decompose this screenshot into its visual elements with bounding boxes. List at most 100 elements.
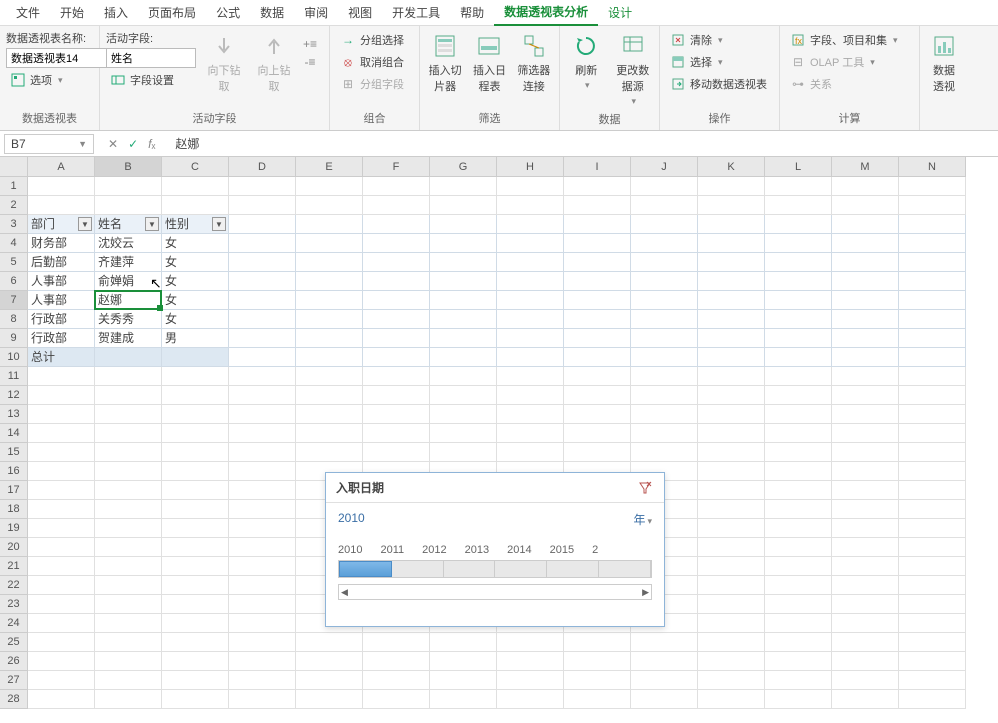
cell[interactable] [899, 500, 966, 519]
cell[interactable] [765, 386, 832, 405]
row-header-17[interactable]: 17 [0, 481, 28, 500]
cell[interactable] [28, 386, 95, 405]
active-field-input[interactable] [106, 48, 196, 68]
cell[interactable] [765, 481, 832, 500]
row-header-21[interactable]: 21 [0, 557, 28, 576]
cell[interactable] [162, 196, 229, 215]
cell[interactable] [564, 272, 631, 291]
fields-items-sets-button[interactable]: fx 字段、项目和集 [786, 30, 902, 50]
cell[interactable] [765, 671, 832, 690]
cell[interactable] [899, 310, 966, 329]
row-header-28[interactable]: 28 [0, 690, 28, 709]
cell[interactable] [95, 500, 162, 519]
cell[interactable] [698, 538, 765, 557]
cell[interactable] [765, 614, 832, 633]
row-header-7[interactable]: 7 [0, 291, 28, 310]
cell[interactable] [95, 443, 162, 462]
cell[interactable] [698, 310, 765, 329]
cell[interactable] [28, 405, 95, 424]
cell[interactable] [162, 557, 229, 576]
cell[interactable] [229, 633, 296, 652]
cell[interactable]: 女 [162, 310, 229, 329]
cell[interactable] [229, 386, 296, 405]
cell[interactable] [296, 405, 363, 424]
cell[interactable] [899, 576, 966, 595]
timeline-slicer[interactable]: 入职日期 2010 年 2010201120122013201420152 ◀ … [325, 472, 665, 627]
cell[interactable] [631, 405, 698, 424]
cell[interactable] [832, 443, 899, 462]
cell[interactable] [899, 234, 966, 253]
cell[interactable] [363, 291, 430, 310]
cell[interactable] [296, 690, 363, 709]
cancel-icon[interactable]: ✕ [108, 137, 118, 151]
menu-data[interactable]: 数据 [250, 0, 294, 25]
cell[interactable] [497, 348, 564, 367]
cell[interactable] [95, 671, 162, 690]
cell[interactable] [765, 690, 832, 709]
slicer-timeline-bar[interactable] [338, 560, 652, 578]
cell[interactable] [363, 386, 430, 405]
cell[interactable] [832, 234, 899, 253]
cell[interactable] [899, 633, 966, 652]
col-header-M[interactable]: M [832, 157, 899, 177]
cell[interactable] [899, 443, 966, 462]
cell[interactable] [430, 652, 497, 671]
cell[interactable] [430, 386, 497, 405]
cell[interactable] [95, 652, 162, 671]
row-header-10[interactable]: 10 [0, 348, 28, 367]
cell[interactable] [832, 500, 899, 519]
cell[interactable] [899, 196, 966, 215]
cell[interactable] [28, 519, 95, 538]
cell[interactable] [296, 196, 363, 215]
cell[interactable] [363, 253, 430, 272]
cell[interactable] [430, 329, 497, 348]
cell[interactable] [832, 310, 899, 329]
cell[interactable] [229, 443, 296, 462]
cell[interactable] [698, 443, 765, 462]
cell[interactable] [631, 329, 698, 348]
cell[interactable] [28, 481, 95, 500]
cell[interactable] [229, 557, 296, 576]
cell[interactable] [631, 652, 698, 671]
menu-design[interactable]: 设计 [598, 0, 642, 25]
cell[interactable] [899, 538, 966, 557]
row-header-4[interactable]: 4 [0, 234, 28, 253]
cell[interactable] [765, 576, 832, 595]
menu-help[interactable]: 帮助 [450, 0, 494, 25]
cell[interactable] [296, 234, 363, 253]
name-box-dropdown-icon[interactable]: ▼ [78, 139, 87, 149]
cell[interactable] [832, 652, 899, 671]
cell[interactable] [832, 462, 899, 481]
cell[interactable]: 行政部 [28, 329, 95, 348]
cell[interactable] [765, 405, 832, 424]
cell[interactable] [229, 690, 296, 709]
cell[interactable]: 人事部 [28, 291, 95, 310]
cell[interactable] [296, 652, 363, 671]
cell[interactable] [229, 310, 296, 329]
cell[interactable] [95, 367, 162, 386]
cell[interactable] [497, 196, 564, 215]
cell[interactable] [229, 538, 296, 557]
cell[interactable] [765, 348, 832, 367]
cell[interactable] [95, 576, 162, 595]
cell[interactable]: 赵娜 [95, 291, 162, 310]
cell[interactable] [229, 652, 296, 671]
cell[interactable] [765, 538, 832, 557]
cell[interactable] [497, 690, 564, 709]
formula-input[interactable]: 赵娜 [165, 135, 209, 152]
row-header-25[interactable]: 25 [0, 633, 28, 652]
cell[interactable] [899, 424, 966, 443]
cell[interactable] [698, 614, 765, 633]
slicer-segment[interactable] [339, 561, 392, 577]
cell[interactable] [564, 367, 631, 386]
col-header-C[interactable]: C [162, 157, 229, 177]
clear-button[interactable]: 清除 [666, 30, 727, 50]
cell[interactable] [430, 424, 497, 443]
cell[interactable] [363, 310, 430, 329]
cell[interactable] [95, 348, 162, 367]
slicer-segment[interactable] [392, 561, 444, 577]
cell[interactable] [631, 633, 698, 652]
col-header-G[interactable]: G [430, 157, 497, 177]
cell[interactable] [430, 633, 497, 652]
filter-dropdown-icon[interactable]: ▼ [78, 217, 92, 231]
